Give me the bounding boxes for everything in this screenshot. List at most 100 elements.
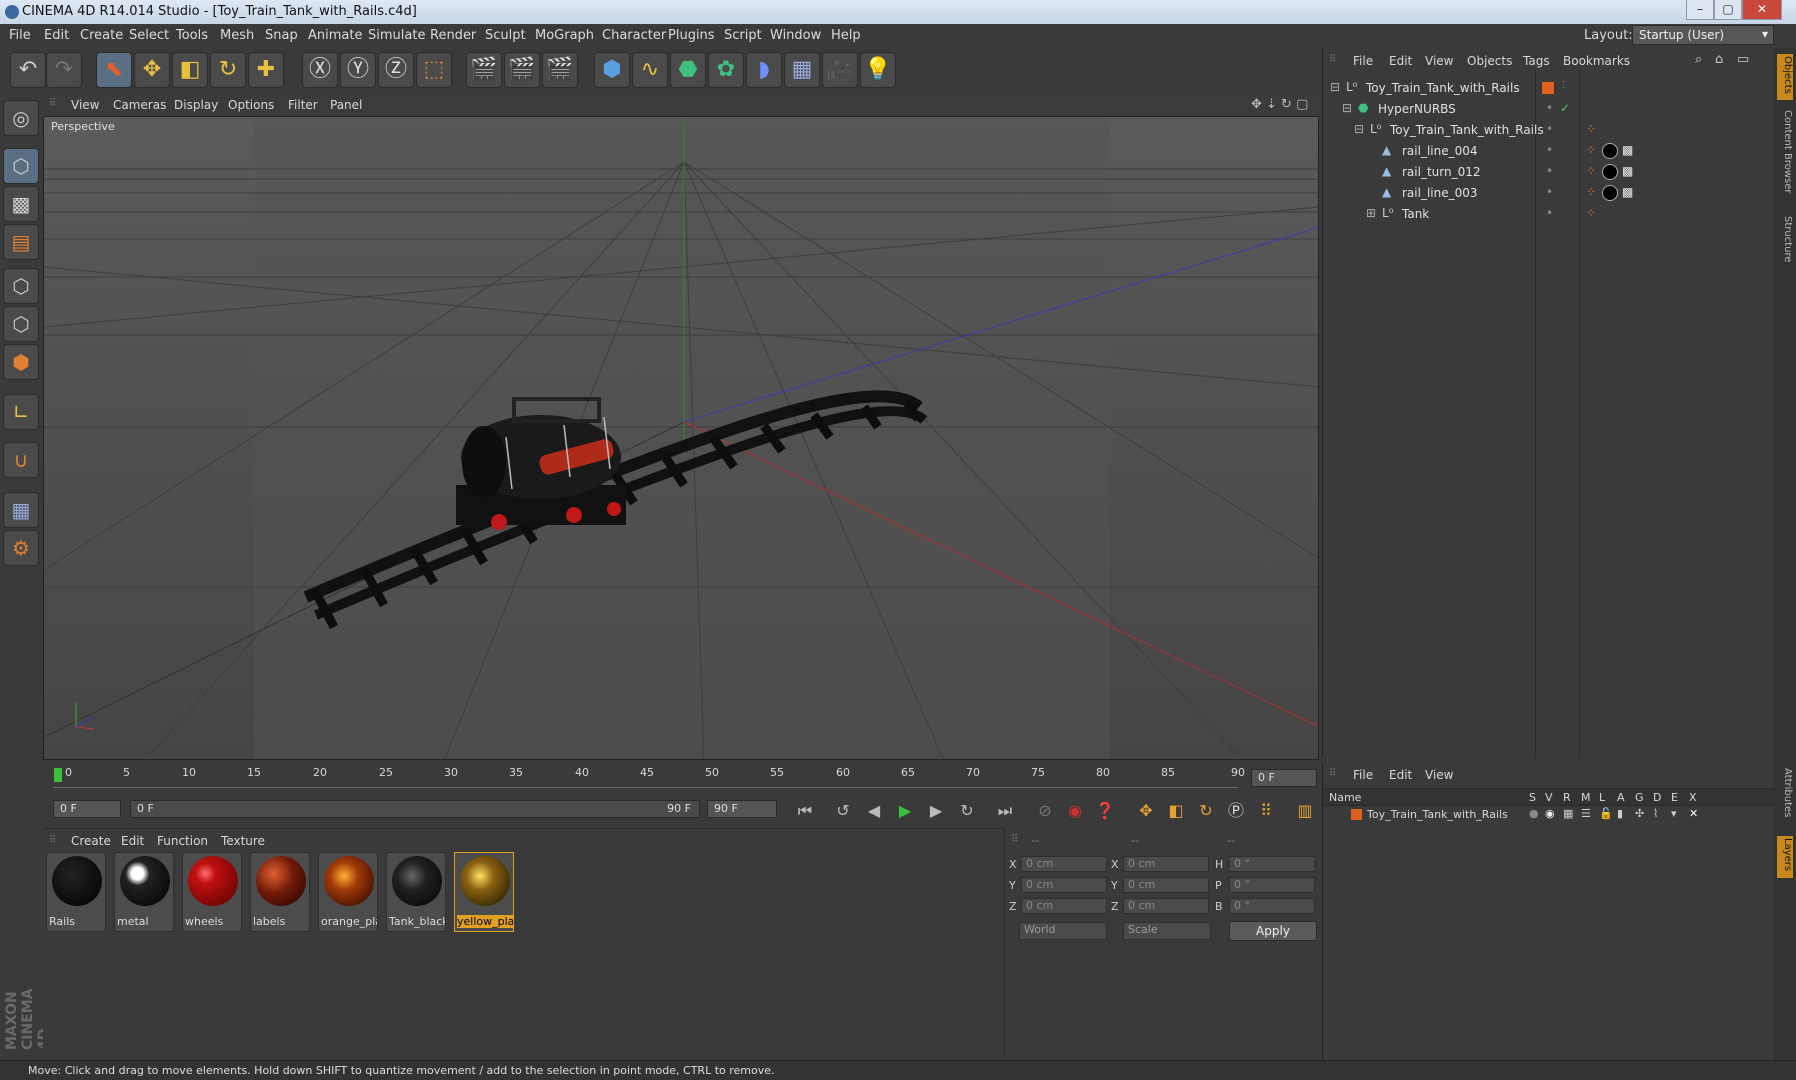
menu-script[interactable]: Script	[724, 28, 762, 43]
material-menu-edit[interactable]: Edit	[121, 834, 144, 848]
rotation-h-field[interactable]: 0 °	[1229, 856, 1315, 872]
rotation-p-field[interactable]: 0 °	[1229, 877, 1315, 893]
menu-mograph[interactable]: MoGraph	[535, 28, 594, 43]
render-icon[interactable]: ▦	[1563, 807, 1573, 820]
manager-icon[interactable]: ☰	[1581, 807, 1591, 820]
uvw-tag-icon[interactable]: ▩	[1622, 164, 1633, 178]
undo-button[interactable]: ↶	[10, 52, 46, 88]
layer-menu-file[interactable]: File	[1353, 768, 1373, 782]
camera-button[interactable]: 🎥	[822, 52, 858, 88]
deformer-button[interactable]: ◗	[746, 52, 782, 88]
viewport-nav-icons[interactable]: ✥ ⇣ ↻ ▢	[1251, 97, 1308, 112]
menu-mesh[interactable]: Mesh	[220, 28, 254, 43]
key-rotation-button[interactable]: ↻	[1193, 798, 1219, 824]
material-orange-pla[interactable]: orange_pla	[318, 852, 378, 932]
redo-button[interactable]: ↷	[46, 52, 82, 88]
tab-objects[interactable]: Objects	[1777, 54, 1793, 100]
material-labels[interactable]: labels	[250, 852, 310, 932]
menu-sculpt[interactable]: Sculpt	[485, 28, 526, 43]
object-menu-file[interactable]: File	[1353, 54, 1373, 68]
end-frame-field[interactable]: 90 F	[707, 800, 777, 818]
visibility-dots-icon[interactable]: ⁚	[1562, 80, 1565, 91]
size-z-field[interactable]: 0 cm	[1123, 898, 1209, 914]
material-wheels[interactable]: wheels	[182, 852, 242, 932]
tab-structure[interactable]: Structure	[1777, 216, 1793, 276]
deformer-icon[interactable]: ⌇	[1653, 807, 1658, 820]
material-tank-black[interactable]: Tank_black	[386, 852, 446, 932]
collapse-icon[interactable]: ⊟	[1330, 80, 1340, 94]
tab-layers[interactable]: Layers	[1777, 836, 1793, 878]
check-icon[interactable]: ✓	[1560, 101, 1570, 115]
render-picture-viewer-button[interactable]: 🎬	[504, 52, 540, 88]
material-tag-icon[interactable]	[1602, 143, 1618, 159]
material-tag-icon[interactable]	[1602, 164, 1618, 180]
menu-animate[interactable]: Animate	[308, 28, 362, 43]
material-menu-create[interactable]: Create	[71, 834, 111, 848]
apply-button[interactable]: Apply	[1229, 921, 1317, 941]
spline-button[interactable]: ∿	[632, 52, 668, 88]
layer-color-icon[interactable]	[1351, 809, 1362, 820]
object-menu-view[interactable]: View	[1425, 54, 1453, 68]
maximize-button[interactable]: ▢	[1714, 0, 1742, 20]
layout-select[interactable]: Startup (User) ▾	[1632, 25, 1774, 45]
start-frame-field[interactable]: 0 F	[53, 800, 121, 818]
visibility-dot-icon[interactable]: •	[1546, 101, 1553, 115]
timeline[interactable]: 0 5 10 15 20 25 30 35 40 45 50 55 60 65 …	[43, 762, 1319, 794]
timeline-playhead[interactable]	[54, 768, 62, 782]
home-icon[interactable]: ⌂	[1715, 52, 1723, 67]
goto-start-button[interactable]: ⏮	[792, 798, 818, 824]
polygons-mode-button[interactable]: ⬢	[3, 344, 39, 380]
edges-mode-button[interactable]: ⬡	[3, 306, 39, 342]
floor-button[interactable]: ▦	[784, 52, 820, 88]
layer-menu-view[interactable]: View	[1425, 768, 1453, 782]
viewport-menu-view[interactable]: View	[71, 98, 99, 112]
menu-create[interactable]: Create	[80, 28, 123, 43]
prev-frame-button[interactable]: ◀	[861, 798, 887, 824]
coordinate-system-button[interactable]: ⬚	[416, 52, 452, 88]
uvw-tag-icon[interactable]: ▩	[1622, 185, 1633, 199]
solo-dot-icon[interactable]: ●	[1529, 807, 1539, 820]
render-settings-button[interactable]: 🎬	[542, 52, 578, 88]
model-mode-button[interactable]: ◎	[3, 100, 39, 136]
menu-snap[interactable]: Snap	[265, 28, 298, 43]
record-keys-button[interactable]: ⊘	[1032, 798, 1058, 824]
tab-content-browser[interactable]: Content Browser	[1777, 110, 1793, 210]
layer-menu-edit[interactable]: Edit	[1389, 768, 1412, 782]
next-key-button[interactable]: ↻	[954, 798, 980, 824]
viewport-menu-options[interactable]: Options	[228, 98, 274, 112]
array-button[interactable]: ✿	[708, 52, 744, 88]
visibility-dot-icon[interactable]: •	[1546, 206, 1553, 220]
object-menu-bookmarks[interactable]: Bookmarks	[1563, 54, 1630, 68]
size-y-field[interactable]: 0 cm	[1123, 877, 1209, 893]
range-slider[interactable]: 0 F 90 F	[130, 800, 700, 818]
y-axis-button[interactable]: Ⓨ	[340, 52, 376, 88]
z-axis-button[interactable]: Ⓩ	[378, 52, 414, 88]
material-metal[interactable]: metal	[114, 852, 174, 932]
generator-icon[interactable]: ✣	[1635, 807, 1644, 820]
minimize-button[interactable]: –	[1686, 0, 1714, 20]
position-y-field[interactable]: 0 cm	[1021, 877, 1107, 893]
auto-key-button[interactable]: ◉	[1062, 798, 1088, 824]
scale-button[interactable]: ◧	[172, 52, 208, 88]
coordinate-system-select[interactable]: World	[1019, 922, 1107, 940]
object-row[interactable]: ▲ rail_turn_012 • ⁘ ▩	[1326, 162, 1772, 183]
object-mode-button[interactable]: ⬡	[3, 148, 39, 184]
soft-selection-button[interactable]: ⚙	[3, 530, 39, 566]
render-view-button[interactable]: 🎬	[466, 52, 502, 88]
close-button[interactable]: ✕	[1742, 0, 1782, 20]
position-x-field[interactable]: 0 cm	[1021, 856, 1107, 872]
object-row[interactable]: ⊟ L⁰ Toy_Train_Tank_with_Rails • ⁘	[1326, 120, 1772, 141]
uvw-tag-icon[interactable]: ▩	[1622, 143, 1633, 157]
prev-key-button[interactable]: ↺	[830, 798, 856, 824]
play-button[interactable]: ▶	[892, 798, 918, 824]
keyframe-selection-button[interactable]: ❓	[1092, 798, 1118, 824]
3d-viewport[interactable]	[43, 116, 1319, 760]
material-tag-icon[interactable]	[1602, 185, 1618, 201]
object-menu-tags[interactable]: Tags	[1523, 54, 1550, 68]
visibility-dot-icon[interactable]: •	[1546, 143, 1553, 157]
viewport-menu-cameras[interactable]: Cameras	[113, 98, 166, 112]
material-yellow-pla[interactable]: yellow_pla	[454, 852, 514, 932]
object-menu-objects[interactable]: Objects	[1467, 54, 1512, 68]
texture-mode-button[interactable]: ▩	[3, 186, 39, 222]
menu-character[interactable]: Character	[602, 28, 666, 43]
